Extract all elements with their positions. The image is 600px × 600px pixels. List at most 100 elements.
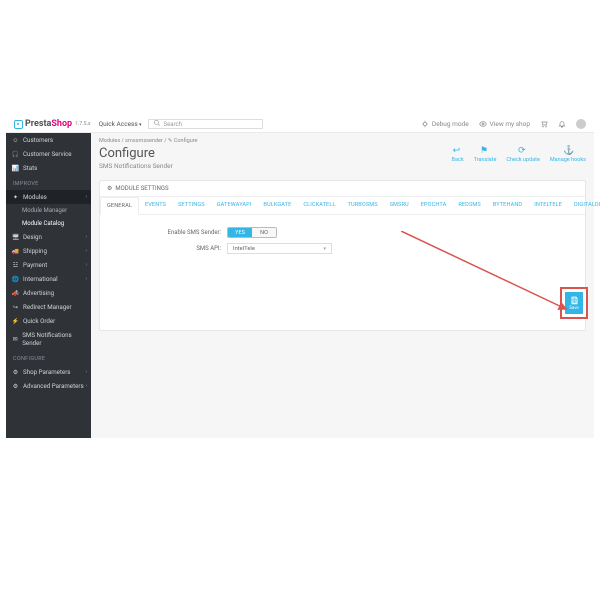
chevron-right-icon: › bbox=[85, 276, 87, 282]
save-label: Save bbox=[569, 306, 579, 311]
sidebar-sub-module-catalog[interactable]: Module Catalog bbox=[6, 217, 91, 230]
desktop-icon: 🖥 bbox=[12, 234, 19, 241]
logo-text-b: Shop bbox=[51, 119, 72, 129]
sidebar-item-payment[interactable]: ☳Payment› bbox=[6, 258, 91, 272]
panel-title: MODULE SETTINGS bbox=[115, 185, 168, 192]
chevron-right-icon: › bbox=[85, 262, 87, 268]
enable-sms-toggle[interactable]: YES NO bbox=[227, 227, 277, 238]
arrow-left-icon: ↩ bbox=[453, 146, 463, 156]
headset-icon: 🎧 bbox=[12, 151, 19, 158]
floppy-icon bbox=[570, 296, 579, 305]
chevron-right-icon: › bbox=[85, 369, 87, 375]
sms-api-value: IntelTele bbox=[233, 246, 255, 252]
tab-epochta[interactable]: EPOCHTA bbox=[415, 197, 453, 214]
logo: PrestaShop 1.7.5.x bbox=[14, 119, 91, 129]
gear-icon: ⚙ bbox=[12, 383, 19, 390]
sidebar-item-shop-parameters[interactable]: ⚙Shop Parameters› bbox=[6, 365, 91, 379]
tab-digitaldirect[interactable]: DIGITALDIRECT bbox=[568, 197, 600, 214]
check-update-button[interactable]: ⟳Check update bbox=[506, 146, 540, 163]
tab-settings[interactable]: SETTINGS bbox=[172, 197, 211, 214]
bug-icon bbox=[421, 120, 429, 128]
translate-icon: ⚑ bbox=[480, 146, 490, 156]
tab-redsms[interactable]: REDSMS bbox=[452, 197, 486, 214]
topbar: PrestaShop 1.7.5.x Quick Access Search D… bbox=[6, 116, 594, 133]
tab-turbosms[interactable]: TURBOSMS bbox=[342, 197, 384, 214]
debug-mode-toggle[interactable]: Debug mode bbox=[421, 120, 469, 128]
main-content: Modules / smssmssender / ✎ Configure Con… bbox=[91, 133, 594, 438]
settings-tabs: GENERAL EVENTS SETTINGS GATEWAYAPI BULKG… bbox=[100, 197, 585, 215]
sidebar-section-improve: IMPROVE bbox=[6, 175, 91, 190]
truck-icon: 🚚 bbox=[12, 248, 19, 255]
tab-smsru[interactable]: SMSRU bbox=[384, 197, 415, 214]
manage-hooks-button[interactable]: ⚓Manage hooks bbox=[550, 146, 586, 163]
view-shop-link[interactable]: View my shop bbox=[479, 120, 530, 128]
redirect-icon: ↪ bbox=[12, 304, 19, 311]
sidebar-item-customers[interactable]: ☺Customers bbox=[6, 133, 91, 147]
save-button[interactable]: Save bbox=[565, 292, 583, 314]
chevron-right-icon: › bbox=[85, 234, 87, 240]
chart-icon: 📊 bbox=[12, 165, 19, 172]
sidebar-item-customer-service[interactable]: 🎧Customer Service bbox=[6, 147, 91, 161]
tab-content-general: Enable SMS Sender: YES NO SMS API: Intel… bbox=[100, 215, 585, 330]
version-label: 1.7.5.x bbox=[75, 121, 91, 127]
view-shop-label: View my shop bbox=[490, 120, 530, 128]
megaphone-icon: 📣 bbox=[12, 290, 19, 297]
gear-icon: ⚙ bbox=[12, 369, 19, 376]
debug-label: Debug mode bbox=[432, 120, 469, 128]
sidebar-section-configure: CONFIGURE bbox=[6, 350, 91, 365]
bolt-icon: ⚡ bbox=[12, 318, 19, 325]
sidebar-item-shipping[interactable]: 🚚Shipping› bbox=[6, 244, 91, 258]
page-title: Configure bbox=[99, 146, 173, 161]
sidebar-sub-module-manager[interactable]: Module Manager bbox=[6, 204, 91, 217]
tab-bytehand[interactable]: BYTEHAND bbox=[487, 197, 528, 214]
tab-gatewayapi[interactable]: GATEWAYAPI bbox=[211, 197, 258, 214]
eye-icon bbox=[479, 120, 487, 128]
sidebar-item-modules[interactable]: ✦Modules› bbox=[6, 190, 91, 204]
sidebar-item-stats[interactable]: 📊Stats bbox=[6, 161, 91, 175]
sidebar: ☺Customers 🎧Customer Service 📊Stats IMPR… bbox=[6, 133, 91, 438]
logo-icon bbox=[14, 120, 23, 129]
gear-icon: ⚙ bbox=[107, 185, 112, 192]
sidebar-item-international[interactable]: 🌐International› bbox=[6, 272, 91, 286]
globe-icon: 🌐 bbox=[12, 276, 19, 283]
toggle-no[interactable]: NO bbox=[252, 228, 276, 237]
page-subtitle: SMS Notifications Sender bbox=[99, 162, 173, 170]
tab-bulkgate[interactable]: BULKGATE bbox=[257, 197, 297, 214]
bell-icon[interactable] bbox=[558, 120, 566, 128]
module-settings-panel: ⚙ MODULE SETTINGS GENERAL EVENTS SETTING… bbox=[99, 180, 586, 331]
tab-clickatell[interactable]: CLICKATELL bbox=[297, 197, 341, 214]
anchor-icon: ⚓ bbox=[563, 146, 573, 156]
cart-icon[interactable] bbox=[540, 120, 548, 128]
sms-api-select[interactable]: IntelTele ▾ bbox=[227, 243, 332, 254]
back-button[interactable]: ↩Back bbox=[452, 146, 464, 163]
search-icon bbox=[153, 119, 161, 129]
quick-access-menu[interactable]: Quick Access bbox=[99, 120, 142, 128]
sidebar-item-quick-order[interactable]: ⚡Quick Order bbox=[6, 314, 91, 328]
search-input[interactable]: Search bbox=[148, 119, 263, 129]
avatar[interactable] bbox=[576, 119, 586, 129]
translate-button[interactable]: ⚑Translate bbox=[474, 146, 497, 163]
app-window: PrestaShop 1.7.5.x Quick Access Search D… bbox=[6, 116, 594, 438]
chevron-down-icon: ▾ bbox=[323, 246, 326, 252]
puzzle-icon: ✦ bbox=[12, 194, 19, 201]
chevron-right-icon: › bbox=[85, 383, 87, 389]
chevron-right-icon: › bbox=[85, 194, 87, 200]
tab-inteltele[interactable]: INTELTELE bbox=[528, 197, 568, 214]
tab-events[interactable]: EVENTS bbox=[139, 197, 172, 214]
annotation-highlight: Save bbox=[560, 287, 588, 319]
sidebar-item-design[interactable]: 🖥Design› bbox=[6, 230, 91, 244]
sidebar-item-sms-sender[interactable]: ✉SMS Notifications Sender bbox=[6, 328, 91, 350]
mail-icon: ✉ bbox=[12, 336, 18, 343]
toggle-yes[interactable]: YES bbox=[228, 228, 252, 237]
sidebar-item-advertising[interactable]: 📣Advertising bbox=[6, 286, 91, 300]
sidebar-item-redirect[interactable]: ↪Redirect Manager bbox=[6, 300, 91, 314]
card-icon: ☳ bbox=[12, 262, 19, 269]
breadcrumb[interactable]: Modules / smssmssender / ✎ Configure bbox=[99, 133, 586, 144]
sidebar-item-advanced-parameters[interactable]: ⚙Advanced Parameters› bbox=[6, 379, 91, 393]
logo-text-a: Presta bbox=[25, 119, 51, 129]
sms-api-label: SMS API: bbox=[109, 245, 227, 252]
enable-sms-label: Enable SMS Sender: bbox=[109, 229, 227, 236]
user-icon: ☺ bbox=[12, 137, 19, 144]
tab-general[interactable]: GENERAL bbox=[100, 197, 139, 215]
refresh-icon: ⟳ bbox=[518, 146, 528, 156]
